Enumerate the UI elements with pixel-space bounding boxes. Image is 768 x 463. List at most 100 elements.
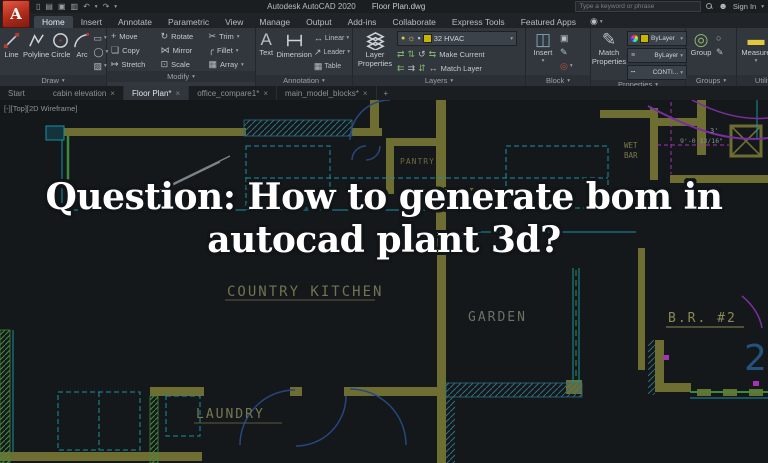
save-icon[interactable]: ▣ <box>58 2 66 11</box>
utilities-tools: ▬ Measure ▾ <box>737 28 768 75</box>
text-tool-button[interactable]: A Text <box>258 30 274 57</box>
close-tab-icon[interactable]: × <box>363 89 368 98</box>
autocad-logo[interactable]: A <box>2 0 30 28</box>
group-edit-button[interactable]: ✎ <box>716 46 724 58</box>
caret-icon: ▾ <box>541 58 545 65</box>
groups-panel-label[interactable]: Groups ▾ <box>686 75 736 86</box>
search-icon[interactable] <box>706 3 713 10</box>
mirror-label: Mirror <box>172 46 193 55</box>
block-label-text: Block <box>545 76 565 85</box>
circle-tool-button[interactable]: Circle <box>51 30 70 59</box>
leader-button[interactable]: ↗ Leader ▾ <box>314 46 350 58</box>
measure-button[interactable]: ▬ Measure ▾ <box>739 30 768 64</box>
tab-express-tools[interactable]: Express Tools <box>444 16 513 29</box>
draw-panel-label[interactable]: Draw ▾ <box>0 75 106 86</box>
linetype-select[interactable]: ┅ CONTI... ▾ <box>627 65 687 80</box>
polyline-tool-button[interactable]: Polyline <box>23 30 49 59</box>
new-drawing-tab-button[interactable]: + <box>377 86 396 100</box>
dimension-tool-button[interactable]: Dimension <box>276 30 312 59</box>
drawing-viewport[interactable]: [-][Top][2D Wireframe] PANTRY COUNTRY KI… <box>0 100 768 463</box>
doc-tab-main-model-blocks[interactable]: main_model_blocks* × <box>277 86 377 100</box>
tab-parametric[interactable]: Parametric <box>160 16 217 29</box>
tab-addins[interactable]: Add-ins <box>340 16 385 29</box>
trim-label: Trim <box>219 32 234 41</box>
plot-icon[interactable]: ▥ <box>71 2 79 11</box>
utilities-panel-label[interactable]: Utilities <box>737 75 768 86</box>
group-button[interactable]: ◎ Group <box>688 30 714 57</box>
color-select[interactable]: ByLayer ▾ <box>627 31 687 46</box>
account-avatar-icon[interactable]: ☻ <box>718 2 727 11</box>
properties-panel-label[interactable]: Properties ▾ <box>591 80 685 86</box>
annotation-panel-label[interactable]: Annotation ▾ <box>256 75 352 86</box>
table-button[interactable]: ▦ Table <box>314 60 350 72</box>
sign-in-caret-icon[interactable]: ▾ <box>761 4 764 10</box>
move-button[interactable]: + Move <box>111 30 153 43</box>
create-block-button[interactable]: ▣ <box>560 32 573 44</box>
open-file-icon[interactable]: ▤ <box>45 2 53 11</box>
modify-panel-label[interactable]: Modify ▾ <box>107 71 255 82</box>
room-label-bar: BAR <box>624 151 638 160</box>
annotation-tools: A Text Dimension ↔ Linear ▾ ↗ Leader ▾ ▦ Tabl… <box>256 28 352 75</box>
layer-color-swatch <box>422 34 432 43</box>
copy-button[interactable]: ❏ Copy <box>111 44 153 57</box>
polyline-icon <box>28 34 44 47</box>
close-tab-icon[interactable]: × <box>110 89 115 98</box>
new-file-icon[interactable]: ▯ <box>36 2 40 11</box>
array-button[interactable]: ▦ Array ▾ <box>209 58 251 71</box>
layers-panel-label[interactable]: Layers ▾ <box>353 75 525 86</box>
caret-icon: ▾ <box>680 35 683 42</box>
edit-block-button[interactable]: ✎ <box>560 46 573 58</box>
tab-output[interactable]: Output <box>298 16 340 29</box>
tab-manage[interactable]: Manage <box>251 16 298 29</box>
arc-tool-button[interactable]: Arc <box>72 30 91 59</box>
close-tab-icon[interactable]: × <box>176 89 181 98</box>
ribbon: Line Polyline Circle Arc ▭ ▾ ◯ ▾ ▨ ▾ Dra… <box>0 28 768 86</box>
modify-label-text: Modify <box>167 72 190 81</box>
tab-home[interactable]: Home <box>34 15 73 28</box>
scale-label: Scale <box>171 60 190 69</box>
line-tool-button[interactable]: Line <box>2 30 21 59</box>
scale-button[interactable]: ⊡ Scale <box>161 58 201 71</box>
ungroup-button[interactable]: ○ <box>716 32 724 44</box>
tab-annotate[interactable]: Annotate <box>110 16 160 29</box>
lineweight-select[interactable]: ≡ ByLayer ▾ <box>627 48 687 63</box>
close-tab-icon[interactable]: × <box>263 89 268 98</box>
layer-select[interactable]: ● ☼ ▪ 32 HVAC ▾ <box>397 31 517 46</box>
rotate-button[interactable]: ↻ Rotate <box>161 30 201 43</box>
ribbon-options-button[interactable]: ◉ ▾ <box>590 17 603 28</box>
match-properties-button[interactable]: ✎ Match Properties <box>592 30 626 67</box>
tab-featured-apps[interactable]: Featured Apps <box>513 16 584 29</box>
tab-view[interactable]: View <box>217 16 251 29</box>
layer-properties-button[interactable]: Layer Properties <box>355 30 395 69</box>
undo-icon[interactable]: ↶ <box>83 2 90 11</box>
layer-arrow3-icon: ↺ <box>418 48 426 59</box>
doc-tab-office-compare[interactable]: office_compare1* × <box>189 86 277 100</box>
block-attributes-button[interactable]: ◎ ▾ <box>560 60 573 72</box>
tab-collaborate[interactable]: Collaborate <box>384 16 443 29</box>
document-title: Floor Plan.dwg <box>371 2 426 11</box>
doc-tab-floor-plan[interactable]: Floor Plan* × <box>123 86 190 100</box>
redo-icon[interactable]: ↷ <box>103 2 110 11</box>
measure-label: Measure <box>741 48 768 57</box>
insert-block-button[interactable]: ◫ Insert ▾ <box>528 30 558 64</box>
doc-tab-start[interactable]: Start <box>0 86 45 100</box>
make-current-button[interactable]: ⇄ ⇅ ↺ ⇆ Make Current <box>397 48 517 60</box>
viewport-controls[interactable]: [-][Top][2D Wireframe] <box>4 104 77 113</box>
tab-insert[interactable]: Insert <box>73 16 110 29</box>
help-search-input[interactable] <box>575 1 702 12</box>
move-icon: + <box>111 31 117 41</box>
trim-button[interactable]: ✂ Trim ▾ <box>209 30 251 43</box>
match-layer-button[interactable]: ⇇ ⇉ ⇵ ↔ Match Layer <box>397 62 517 74</box>
undo-caret-icon[interactable]: ▾ <box>95 4 98 10</box>
block-panel-label[interactable]: Block ▾ <box>526 75 590 86</box>
floor-plan-canvas[interactable]: PANTRY COUNTRY KITCHEN GARDEN B.R. #2 LA… <box>0 100 768 463</box>
utilities-label-text: Utilities <box>754 76 768 85</box>
arc-label: Arc <box>76 50 88 59</box>
linear-button[interactable]: ↔ Linear ▾ <box>314 32 350 44</box>
sign-in-button[interactable]: Sign In <box>733 2 756 11</box>
groups-mini-column: ○ ✎ <box>716 30 724 58</box>
doc-tab-cabin-elevation[interactable]: cabin elevation × <box>45 86 124 100</box>
fillet-button[interactable]: ╭ Fillet ▾ <box>209 44 251 57</box>
mirror-button[interactable]: ⋈ Mirror <box>161 44 201 57</box>
stretch-button[interactable]: ↦ Stretch <box>111 58 153 71</box>
